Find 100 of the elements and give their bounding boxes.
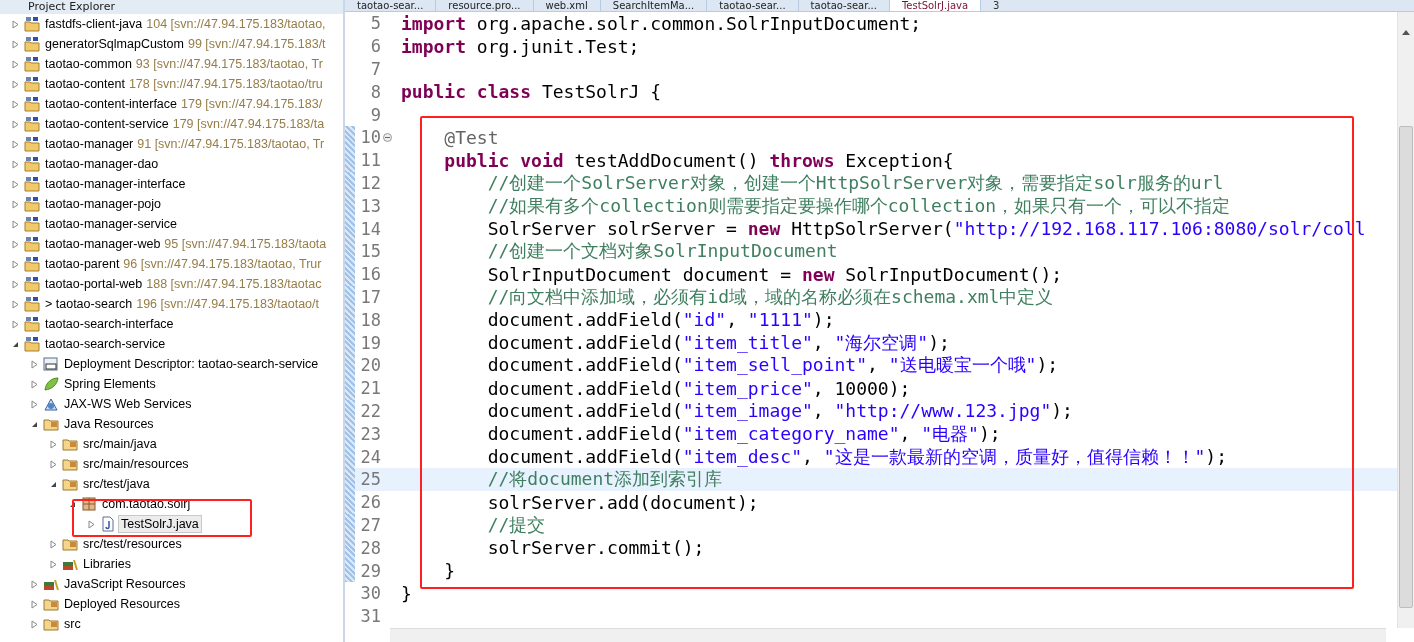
- expand-icon[interactable]: [29, 378, 40, 390]
- svn-decoration: 95 [svn://47.94.175.183/taota: [164, 237, 327, 251]
- tree-item[interactable]: JavaScript Resources: [61, 575, 189, 593]
- tree-item[interactable]: src/main/java: [80, 435, 160, 453]
- fold-icon[interactable]: [382, 132, 392, 142]
- tree-item[interactable]: TestSolrJ.java: [118, 515, 202, 533]
- tree-item[interactable]: Java Resources: [61, 415, 157, 433]
- expand-icon[interactable]: [10, 78, 21, 90]
- tree-item[interactable]: JAX-WS Web Services: [61, 395, 195, 413]
- project-folder-icon: [24, 176, 40, 192]
- expand-icon[interactable]: [29, 398, 40, 410]
- tree-item[interactable]: taotao-manager-interface: [42, 175, 189, 193]
- tree-item[interactable]: Spring Elements: [61, 375, 159, 393]
- tree-item[interactable]: taotao-manager-web: [42, 235, 164, 253]
- code-line: //向文档中添加域，必须有id域，域的名称必须在schema.xml中定义: [486, 285, 1054, 309]
- code-line: }: [443, 560, 456, 581]
- tree-item[interactable]: taotao-content-service: [42, 115, 172, 133]
- tree-item[interactable]: src/test/java: [80, 475, 153, 493]
- line-number: 20: [359, 355, 381, 376]
- svn-decoration: 179 [svn://47.94.175.183/: [181, 97, 323, 111]
- tree-item[interactable]: taotao-search-interface: [42, 315, 177, 333]
- line-number: 14: [359, 218, 381, 239]
- folder-icon: [62, 436, 78, 452]
- tree-item[interactable]: taotao-content-interface: [42, 95, 181, 113]
- expand-icon[interactable]: [29, 358, 40, 370]
- line-number: 18: [359, 309, 381, 330]
- tree-item[interactable]: taotao-manager-pojo: [42, 195, 165, 213]
- expand-icon[interactable]: [10, 138, 21, 150]
- tree-item[interactable]: taotao-content: [42, 75, 128, 93]
- expand-icon[interactable]: [48, 538, 59, 550]
- project-folder-icon: [24, 76, 40, 92]
- expand-icon[interactable]: [10, 118, 21, 130]
- tree-item[interactable]: src/test/resources: [80, 535, 185, 553]
- line-number: 22: [359, 400, 381, 421]
- expand-icon[interactable]: [48, 458, 59, 470]
- line-number: 29: [359, 560, 381, 581]
- expand-icon[interactable]: [10, 98, 21, 110]
- code-line: //提交: [486, 512, 546, 537]
- line-number: 19: [359, 332, 381, 353]
- line-number: 24: [359, 446, 381, 467]
- tree-item[interactable]: Deployed Resources: [61, 595, 184, 613]
- editor-tab[interactable]: resource.pro...: [436, 0, 534, 11]
- editor-tab[interactable]: TestSolrJ.java: [889, 0, 982, 11]
- tree-item[interactable]: taotao-parent: [42, 255, 123, 273]
- editor-tab[interactable]: web.xml: [533, 0, 601, 11]
- code-line: document.addField("item_desc", "这是一款最新的空调，质量好，值得信赖！！");: [486, 444, 1228, 469]
- expand-icon[interactable]: [48, 438, 59, 450]
- expand-icon[interactable]: [29, 598, 40, 610]
- expand-icon[interactable]: [29, 578, 40, 590]
- overflow-count[interactable]: 3: [981, 0, 1000, 11]
- project-folder-icon: [24, 256, 40, 272]
- code-line: document.addField("item_price", 10000);: [486, 377, 911, 399]
- line-number: 15: [359, 241, 381, 262]
- code-line: import org.apache.solr.common.SolrInputDocument;: [400, 12, 922, 34]
- tree-item[interactable]: > taotao-search: [42, 295, 136, 313]
- horizontal-scrollbar[interactable]: [390, 627, 1386, 642]
- leaf-icon: [43, 376, 59, 392]
- line-number: 8: [369, 81, 381, 102]
- tree-item[interactable]: taotao-manager-service: [42, 215, 180, 233]
- project-folder-icon: [24, 276, 40, 292]
- tree-item[interactable]: src/main/resources: [80, 455, 192, 473]
- tree-item[interactable]: Deployment Descriptor: taotao-search-service: [61, 355, 322, 373]
- line-number: 5: [369, 13, 381, 34]
- tree-item[interactable]: taotao-common: [42, 55, 135, 73]
- folder-icon: [62, 456, 78, 472]
- tree-item[interactable]: taotao-manager: [42, 135, 137, 153]
- expand-icon[interactable]: [10, 258, 21, 270]
- vertical-scrollbar[interactable]: [1397, 12, 1414, 628]
- tree-item[interactable]: Libraries: [80, 555, 134, 573]
- expand-icon[interactable]: [86, 518, 97, 530]
- expand-icon[interactable]: [10, 298, 21, 310]
- project-folder-icon: [24, 16, 40, 32]
- editor-tab[interactable]: taotao-sear...: [798, 0, 890, 11]
- tree-item[interactable]: com.taotao.solrj: [99, 495, 194, 513]
- project-folder-icon: [24, 156, 40, 172]
- expand-icon[interactable]: [10, 218, 21, 230]
- tree-item[interactable]: generatorSqlmapCustom: [42, 35, 187, 53]
- editor-tab[interactable]: taotao-sear...: [707, 0, 799, 11]
- tree-item[interactable]: src: [61, 615, 84, 633]
- tree-item[interactable]: taotao-search-service: [42, 335, 169, 353]
- scroll-thumb[interactable]: [1399, 126, 1413, 608]
- expand-icon[interactable]: [10, 158, 21, 170]
- tree-item[interactable]: taotao-manager-dao: [42, 155, 162, 173]
- editor-tab[interactable]: taotao-sear...: [345, 0, 437, 11]
- tree-item[interactable]: fastdfs-client-java: [42, 15, 146, 33]
- scroll-up-icon[interactable]: [1401, 28, 1411, 36]
- expand-icon[interactable]: [10, 278, 21, 290]
- expand-icon[interactable]: [48, 558, 59, 570]
- expand-icon[interactable]: [10, 18, 21, 30]
- tree-item[interactable]: taotao-portal-web: [42, 275, 146, 293]
- expand-icon[interactable]: [10, 238, 21, 250]
- expand-icon[interactable]: [10, 318, 21, 330]
- expand-icon[interactable]: [10, 38, 21, 50]
- expand-icon[interactable]: [29, 618, 40, 630]
- expand-icon[interactable]: [10, 198, 21, 210]
- code-line: //如果有多个collection则需要指定要操作哪个collection，如果只有一个，可以不指定: [486, 193, 1231, 218]
- expand-icon[interactable]: [10, 178, 21, 190]
- expand-icon[interactable]: [10, 58, 21, 70]
- editor-tab[interactable]: SearchItemMa...: [600, 0, 708, 11]
- line-number: 27: [359, 514, 381, 535]
